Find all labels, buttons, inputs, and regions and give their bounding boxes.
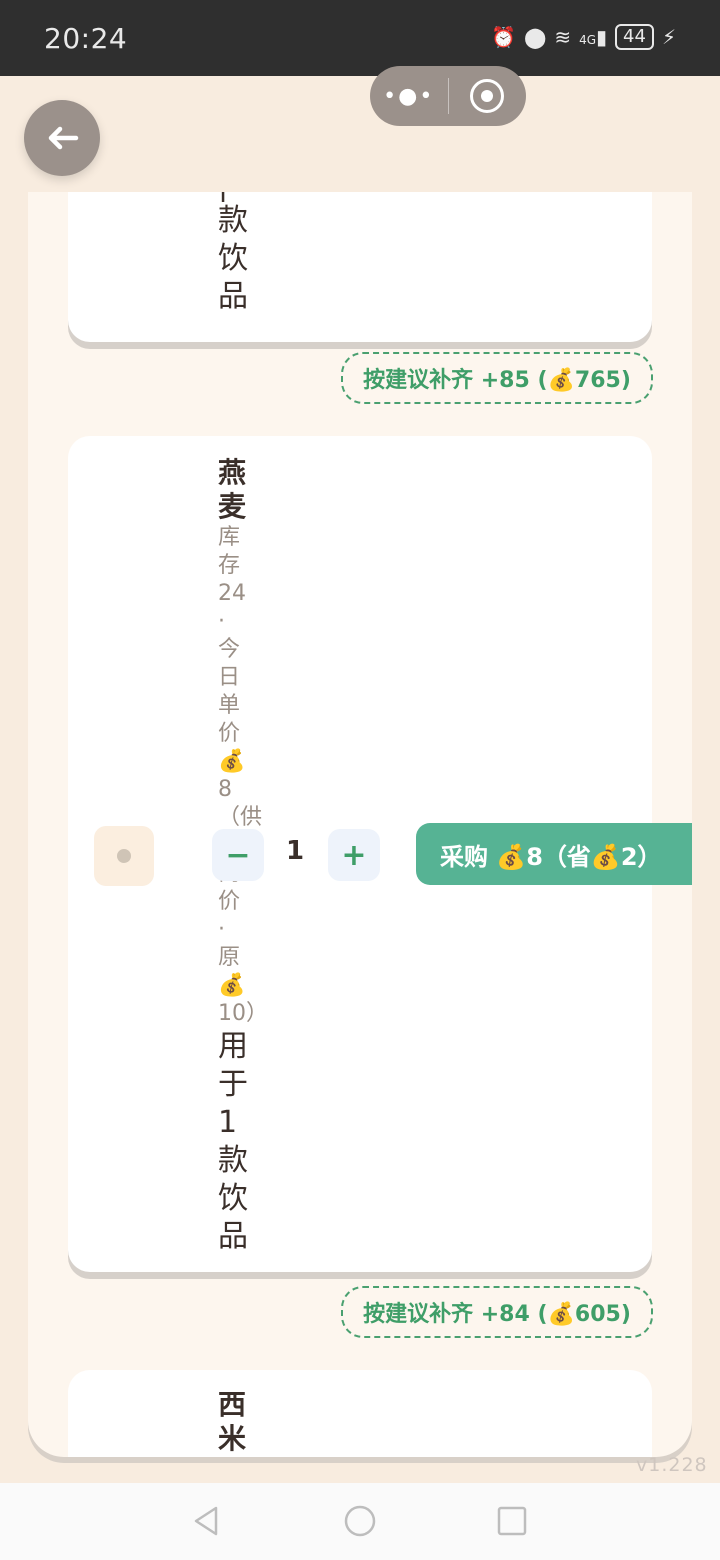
detail-char: 日 (218, 665, 241, 690)
detail-char: 今 (218, 637, 241, 662)
square-recents-icon (497, 1506, 527, 1536)
ingredient-card-sago: 西 米 (68, 1370, 652, 1457)
back-button[interactable] (24, 100, 100, 176)
increase-quantity-button[interactable]: + (328, 829, 380, 881)
usage-char: 饮 (218, 241, 248, 276)
nav-back-button[interactable] (188, 1503, 224, 1543)
detail-char: 10） (218, 1001, 268, 1026)
usage-char: 1 (218, 1105, 238, 1140)
usage-char: 用 (218, 1029, 248, 1064)
detail-char: 24 (218, 581, 246, 606)
usage-char: 品 (218, 279, 248, 314)
suggest-restock-button[interactable]: 按建议补齐 +85 (💰765) (341, 352, 653, 404)
detail-char: （供 (218, 805, 263, 830)
money-bag-icon: 💰 (218, 749, 246, 774)
detail-char: 价 (218, 889, 241, 914)
system-nav-bar (0, 1483, 720, 1560)
detail-char: 价 (218, 721, 241, 746)
triangle-back-icon (194, 1506, 218, 1536)
charging-icon: ⚡ (661, 25, 676, 49)
suggest-restock-button[interactable]: 按建议补齐 +84 (💰605) (341, 1286, 653, 1338)
detail-char: · (218, 917, 225, 942)
ingredient-name-char: 麦 (218, 490, 247, 523)
status-time: 20:24 (44, 22, 128, 55)
ingredient-card-oats: 燕 麦 库 存 24 · 今 日 单 价 💰 8 （供 应 商 价 · 原 💰 … (68, 436, 692, 1272)
location-icon: ⬤ (523, 25, 547, 49)
detail-char: 库 (218, 525, 241, 550)
ingredient-card: | 款 饮 品 (68, 192, 652, 342)
target-icon (470, 79, 505, 113)
detail-char: 原 (218, 945, 241, 970)
inventory-panel: | 款 饮 品 按建议补齐 +85 (💰765) 燕 麦 库 存 24 · 今 … (28, 192, 692, 1457)
status-icons: ⏰ ⬤ ≋ 4G▮ 44 ⚡ (491, 24, 676, 50)
money-bag-icon: 💰 (218, 973, 246, 998)
detail-char: 8 (218, 777, 232, 802)
nav-home-button[interactable] (342, 1503, 378, 1543)
version-label: v1.228 (636, 1454, 708, 1476)
purchase-button[interactable]: 采购 💰8（省💰2） (416, 823, 692, 885)
nav-recents-button[interactable] (494, 1503, 530, 1543)
signal-label: 4G (579, 33, 597, 47)
usage-char: 品 (218, 1219, 248, 1254)
cut-char: | (218, 192, 252, 202)
usage-char: 款 (218, 203, 248, 238)
wifi-icon: ≋ (554, 25, 572, 49)
ingredient-name-char: 西 (218, 1388, 247, 1421)
ingredient-name-char: 燕 (218, 456, 247, 489)
usage-char: 于 (218, 1067, 248, 1102)
arrow-left-icon (48, 126, 79, 150)
usage-char: 饮 (218, 1181, 248, 1216)
capsule-menu: •●• (370, 66, 526, 126)
status-bar: 20:24 ⏰ ⬤ ≋ 4G▮ 44 ⚡ (0, 0, 720, 76)
close-miniprogram-button[interactable] (449, 79, 527, 113)
alarm-icon: ⏰ (491, 25, 516, 49)
ingredient-thumbnail (94, 826, 154, 886)
signal-icon: 4G▮ (579, 25, 608, 49)
ingredient-name-char: 米 (218, 1422, 247, 1455)
decrease-quantity-button[interactable]: − (212, 829, 264, 881)
battery-icon: 44 (615, 24, 654, 50)
detail-char: 单 (218, 693, 241, 718)
usage-char: 款 (218, 1143, 248, 1178)
battery-level: 44 (623, 26, 646, 47)
more-icon[interactable]: •●• (370, 84, 448, 109)
ingredient-info: 西 米 (218, 1388, 252, 1456)
usage-text: | 款 饮 品 (218, 192, 252, 316)
quantity-value: 1 (285, 836, 305, 866)
detail-char: 存 (218, 553, 241, 578)
detail-char: · (218, 609, 225, 634)
circle-home-icon (344, 1505, 376, 1537)
